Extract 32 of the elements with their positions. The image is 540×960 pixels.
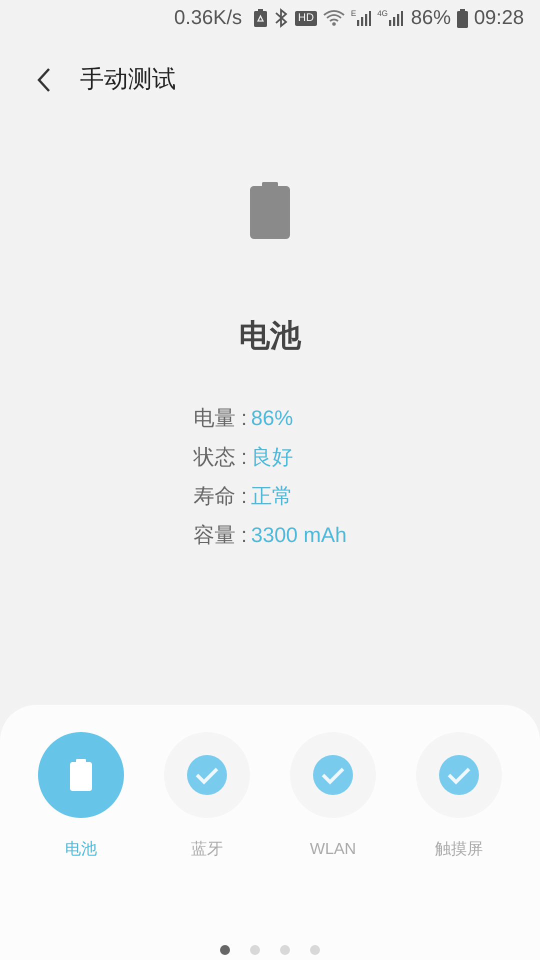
network-type: 4G	[377, 10, 388, 18]
battery-icon	[250, 182, 290, 239]
wifi-icon	[322, 9, 345, 27]
hd-badge: HD	[295, 10, 317, 26]
info-label: 电量 :	[193, 406, 247, 432]
network-type: E	[350, 10, 356, 18]
battery-icon	[70, 759, 92, 791]
signal-icon	[357, 10, 372, 26]
info-value: 正常	[250, 484, 293, 510]
back-icon[interactable]	[36, 67, 52, 93]
bluetooth-icon	[273, 8, 289, 28]
test-label: 电池	[65, 840, 97, 860]
info-value: 3300 mAh	[250, 522, 347, 548]
info-value: 86%	[250, 406, 293, 432]
test-label: WLAN	[310, 840, 356, 860]
device-name: 电池	[239, 317, 301, 355]
info-label: 寿命 :	[193, 484, 247, 510]
battery-icon	[456, 8, 468, 28]
check-icon	[313, 755, 353, 795]
check-icon	[439, 755, 479, 795]
battery-percent: 86%	[410, 6, 451, 31]
recycle-battery-icon	[254, 9, 267, 27]
signal-icon	[388, 10, 403, 26]
info-label: 容量 :	[193, 522, 247, 548]
network-speed: 0.36K/s	[174, 6, 242, 31]
page-title: 手动测试	[80, 65, 176, 95]
clock: 09:28	[474, 6, 524, 31]
info-label: 状态 :	[193, 444, 247, 470]
check-icon	[187, 755, 227, 795]
test-label: 蓝牙	[191, 840, 223, 860]
info-value: 良好	[250, 444, 293, 470]
test-label: 触摸屏	[435, 840, 483, 860]
